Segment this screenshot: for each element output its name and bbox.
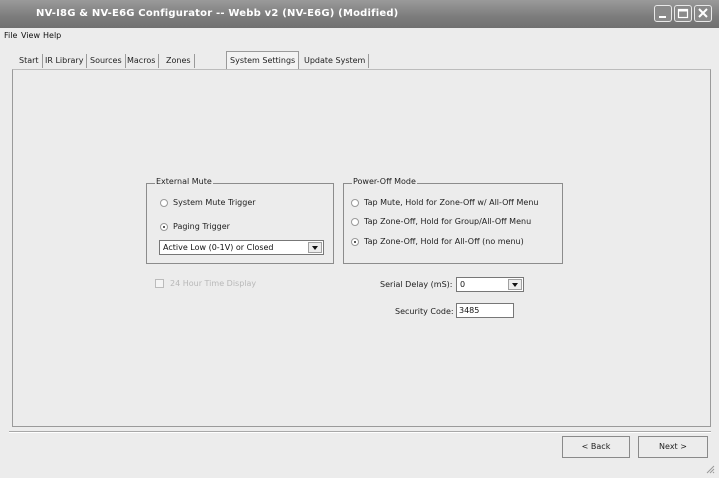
menu-help[interactable]: Help <box>43 31 61 40</box>
close-icon[interactable] <box>694 5 712 22</box>
system-mute-trigger-label: System Mute Trigger <box>173 198 256 207</box>
tab-macros[interactable]: Macros <box>124 54 160 68</box>
system-mute-trigger-radio[interactable] <box>160 199 168 207</box>
power-off-label-1: Tap Mute, Hold for Zone-Off w/ All-Off M… <box>364 198 539 207</box>
time-display-checkbox[interactable] <box>155 279 164 288</box>
tab-update-system[interactable]: Update System <box>301 54 370 68</box>
tab-zones[interactable]: Zones <box>163 54 195 68</box>
serial-delay-select[interactable]: 0 <box>456 277 524 292</box>
external-mute-group: External Mute System Mute Trigger Paging… <box>146 177 334 264</box>
maximize-icon[interactable] <box>674 5 692 22</box>
window-title: NV-I8G & NV-E6G Configurator -- Webb v2 … <box>36 8 399 19</box>
power-off-mode-group: Power-Off Mode Tap Mute, Hold for Zone-O… <box>343 177 563 264</box>
system-settings-panel: External Mute System Mute Trigger Paging… <box>12 69 711 427</box>
paging-trigger-label: Paging Trigger <box>173 222 230 231</box>
power-off-radio-2[interactable] <box>351 218 359 226</box>
time-display-label: 24 Hour Time Display <box>170 279 257 288</box>
chevron-down-icon[interactable] <box>308 242 322 253</box>
security-code-input[interactable]: 3485 <box>456 303 514 318</box>
resize-grip-icon[interactable] <box>705 464 715 474</box>
back-button[interactable]: < Back <box>562 436 630 458</box>
tab-start[interactable]: Start <box>16 54 43 68</box>
title-bar[interactable]: NV-I8G & NV-E6G Configurator -- Webb v2 … <box>0 0 719 28</box>
chevron-down-icon[interactable] <box>508 279 522 290</box>
power-off-mode-title: Power-Off Mode <box>352 177 417 186</box>
menu-file[interactable]: File <box>4 31 17 40</box>
power-off-radio-1[interactable] <box>351 199 359 207</box>
trigger-mode-value: Active Low (0-1V) or Closed <box>163 243 274 252</box>
trigger-mode-select[interactable]: Active Low (0-1V) or Closed <box>159 240 324 255</box>
serial-delay-label: Serial Delay (mS): <box>380 280 453 289</box>
minimize-icon[interactable] <box>654 5 672 22</box>
configurator-window: NV-I8G & NV-E6G Configurator -- Webb v2 … <box>0 0 719 478</box>
tab-ir-library[interactable]: IR Library <box>42 54 88 68</box>
security-code-value: 3485 <box>459 306 480 315</box>
menu-view[interactable]: View <box>21 31 40 40</box>
tab-system-settings[interactable]: System Settings <box>226 51 300 69</box>
power-off-label-3: Tap Zone-Off, Hold for All-Off (no menu) <box>364 237 524 246</box>
menu-bar: File View Help <box>0 29 719 43</box>
footer-divider <box>9 431 711 433</box>
tab-sources[interactable]: Sources <box>87 54 126 68</box>
power-off-radio-3[interactable] <box>351 238 359 246</box>
serial-delay-value: 0 <box>460 280 466 289</box>
power-off-label-2: Tap Zone-Off, Hold for Group/All-Off Men… <box>364 217 532 226</box>
paging-trigger-radio[interactable] <box>160 223 168 231</box>
security-code-label: Security Code: <box>395 307 454 316</box>
next-button[interactable]: Next > <box>638 436 708 458</box>
external-mute-title: External Mute <box>155 177 213 186</box>
